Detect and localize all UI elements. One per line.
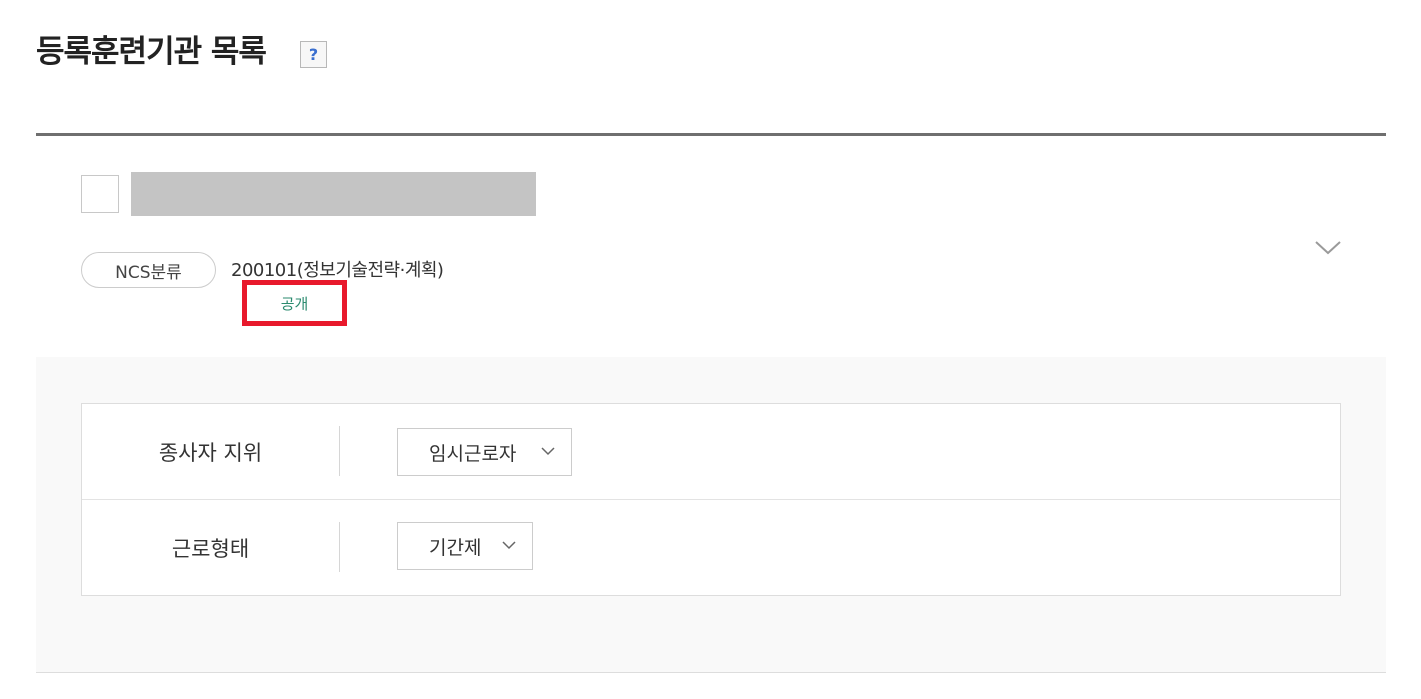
detail-label-position: 종사자 지위 — [158, 440, 263, 465]
select-checkbox[interactable] — [81, 175, 119, 213]
masked-institution-name — [131, 172, 536, 216]
detail-row-position: 종사자 지위 임시근로자 — [82, 404, 1340, 500]
public-status-label: 공개 — [280, 294, 309, 313]
row-separator — [339, 426, 340, 476]
position-select[interactable]: 임시근로자 — [397, 428, 572, 476]
detail-row-employment-type: 근로형태 기간제 — [82, 500, 1340, 595]
row-separator — [339, 522, 340, 572]
employment-type-select[interactable]: 기간제 — [397, 522, 533, 570]
chevron-down-icon — [502, 541, 516, 550]
position-select-value: 임시근로자 — [429, 442, 517, 465]
detail-label-employment-type: 근로형태 — [171, 536, 250, 561]
page-title: 등록훈련기관 목록 — [36, 34, 267, 70]
employment-type-select-value: 기간제 — [429, 536, 482, 559]
expand-toggle-button[interactable] — [1314, 238, 1342, 258]
chevron-down-icon — [541, 447, 555, 456]
ncs-badge: NCS분류 — [81, 252, 216, 288]
help-button[interactable]: ? — [300, 41, 327, 68]
detail-table: 종사자 지위 임시근로자 근로형태 기간제 — [81, 403, 1341, 596]
ncs-value: 200101(정보기술전략·계획) — [231, 260, 444, 281]
question-icon: ? — [308, 45, 319, 64]
page: 등록훈련기관 목록 ? NCS분류 200101(정보기술전략·계획) 공개 종… — [0, 0, 1421, 699]
title-divider — [36, 133, 1386, 136]
public-status-badge: 공개 — [242, 280, 347, 326]
ncs-badge-label: NCS분류 — [115, 262, 182, 283]
chevron-down-icon — [1315, 241, 1341, 255]
